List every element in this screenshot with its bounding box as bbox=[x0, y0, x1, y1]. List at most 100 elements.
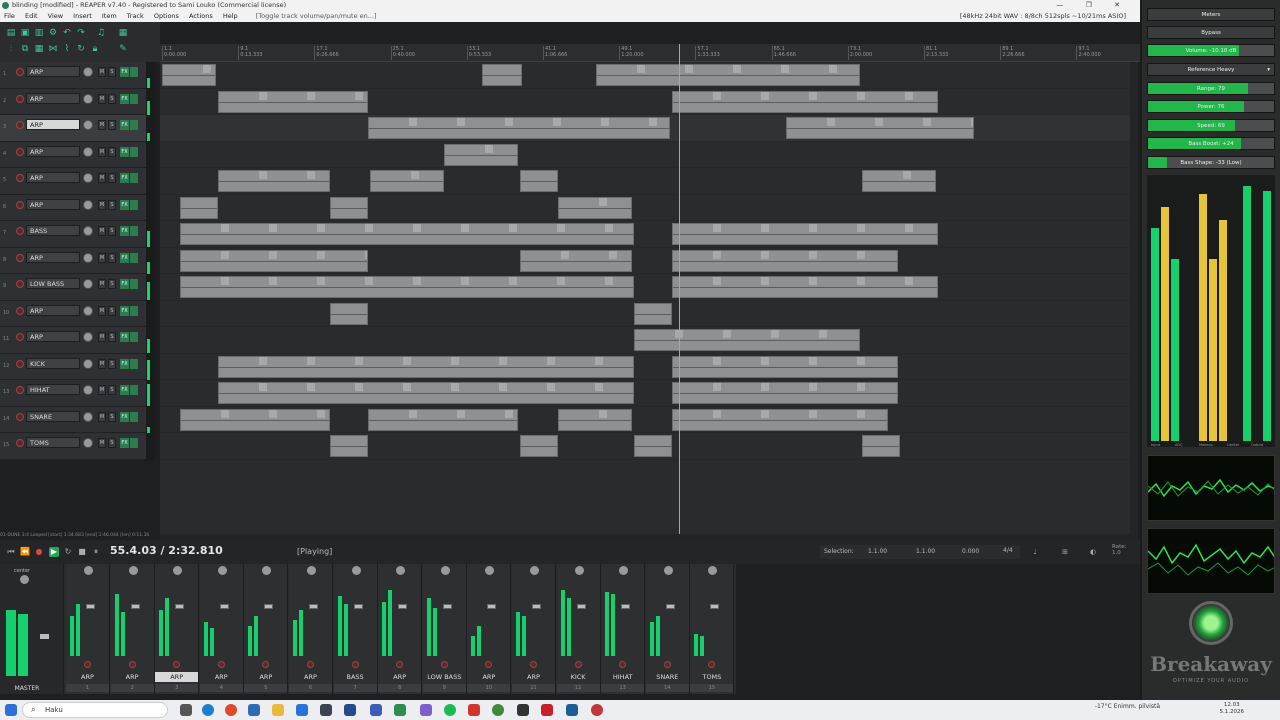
grouping-icon[interactable]: ⧉ bbox=[20, 44, 30, 54]
volume-knob[interactable] bbox=[83, 146, 93, 157]
volume-knob[interactable] bbox=[83, 120, 93, 130]
fx-button[interactable]: FX bbox=[120, 226, 129, 236]
track-name[interactable]: ARP bbox=[26, 251, 80, 263]
volume-fader[interactable] bbox=[487, 604, 497, 609]
app-icon-4[interactable] bbox=[394, 704, 406, 716]
track-name[interactable]: ARP bbox=[26, 145, 80, 157]
strip-name[interactable]: BASS bbox=[334, 672, 377, 682]
volume-knob[interactable] bbox=[83, 67, 93, 77]
volume-knob[interactable] bbox=[83, 279, 93, 289]
pan-knob[interactable] bbox=[530, 566, 539, 575]
transport-position[interactable]: 55.4.03 / 2:32.810 bbox=[110, 544, 223, 557]
volume-knob[interactable] bbox=[83, 385, 93, 395]
routing-icon[interactable] bbox=[130, 173, 138, 183]
track-lane[interactable] bbox=[160, 62, 1130, 89]
fx-button[interactable]: FX bbox=[120, 67, 129, 77]
track-name[interactable]: ARP bbox=[26, 119, 80, 130]
marker-icon[interactable]: ✎ bbox=[118, 44, 128, 54]
solo-button[interactable]: S bbox=[108, 146, 116, 157]
power-slider[interactable]: Power: 76 bbox=[1147, 100, 1275, 113]
track-name[interactable]: SNARE bbox=[26, 410, 80, 422]
fx-button[interactable]: FX bbox=[120, 93, 129, 104]
track-name[interactable]: ARP bbox=[26, 92, 80, 104]
record-arm-icon[interactable] bbox=[16, 386, 24, 394]
playrate-knob-icon[interactable]: ◐ bbox=[1088, 547, 1098, 557]
strip-name[interactable]: ARP bbox=[244, 672, 287, 682]
volume-knob[interactable] bbox=[83, 93, 93, 104]
track-name[interactable]: LOW BASS bbox=[26, 278, 80, 289]
track-header[interactable]: 9 LOW BASS M S FX bbox=[0, 274, 146, 301]
volume-knob[interactable] bbox=[83, 438, 93, 448]
record-arm-icon[interactable] bbox=[16, 121, 24, 129]
chrome-icon[interactable] bbox=[225, 704, 237, 716]
media-item[interactable] bbox=[862, 170, 936, 192]
media-player-icon[interactable] bbox=[517, 704, 529, 716]
playrate[interactable]: Rate: 1.0 bbox=[1112, 544, 1126, 556]
track-lane[interactable] bbox=[160, 195, 1130, 221]
selection-start[interactable]: 1.1.00 bbox=[868, 545, 887, 559]
ripple-edit-icon[interactable]: ⫶ bbox=[6, 44, 16, 54]
pan-knob[interactable] bbox=[84, 566, 93, 575]
track-header[interactable]: 10 ARP M S FX bbox=[0, 300, 146, 327]
mixer-strip[interactable]: ARP 10 bbox=[467, 564, 512, 694]
record-arm-icon[interactable] bbox=[619, 661, 627, 668]
media-item[interactable] bbox=[330, 196, 368, 219]
volume-fader[interactable] bbox=[665, 604, 675, 609]
record-arm-icon[interactable] bbox=[307, 661, 314, 668]
mixer-strip[interactable]: ARP 8 bbox=[378, 564, 423, 694]
strip-name[interactable]: ARP bbox=[66, 672, 109, 682]
mute-button[interactable]: M bbox=[98, 120, 106, 130]
app-icon-6[interactable] bbox=[541, 704, 553, 716]
bass-shape-slider[interactable]: Bass Shape: -33 (Low) bbox=[1147, 156, 1275, 169]
routing-icon[interactable] bbox=[130, 252, 138, 263]
volume-fader[interactable] bbox=[621, 604, 631, 609]
mixer-strip[interactable]: KICK 12 bbox=[556, 564, 601, 694]
record-arm-icon[interactable] bbox=[708, 661, 716, 668]
routing-icon[interactable] bbox=[130, 146, 138, 157]
record-arm-icon[interactable] bbox=[16, 412, 24, 421]
solo-button[interactable]: S bbox=[108, 67, 116, 77]
settings-icon[interactable]: ⚙ bbox=[48, 28, 58, 38]
volume-fader[interactable] bbox=[532, 604, 541, 609]
track-lane[interactable] bbox=[160, 433, 1130, 460]
volume-fader[interactable] bbox=[710, 604, 720, 609]
loop-toggle-icon[interactable]: ↻ bbox=[63, 547, 73, 557]
app-icon-7[interactable] bbox=[591, 704, 603, 716]
record-arm-icon[interactable] bbox=[440, 661, 448, 668]
track-header[interactable]: 15 TOMS M S FX bbox=[0, 433, 146, 460]
spotify-icon[interactable] bbox=[444, 704, 456, 716]
strip-name[interactable]: ARP bbox=[467, 672, 510, 682]
menu-item[interactable]: Item bbox=[102, 12, 117, 20]
record-arm-icon[interactable] bbox=[16, 200, 24, 209]
mixer-strip[interactable]: ARP 3 bbox=[155, 564, 200, 694]
routing-icon[interactable] bbox=[130, 385, 138, 395]
mixer-strip[interactable]: BASS 7 bbox=[333, 564, 378, 694]
mixer-strip[interactable]: HIHAT 13 bbox=[601, 564, 646, 694]
pan-knob[interactable] bbox=[351, 566, 361, 575]
track-lane[interactable] bbox=[160, 354, 1130, 380]
menu-help[interactable]: Help bbox=[223, 12, 238, 20]
envelope-icon[interactable]: ⌇ bbox=[62, 44, 72, 54]
routing-icon[interactable] bbox=[130, 67, 138, 77]
selection-end[interactable]: 1.1.00 bbox=[916, 545, 935, 559]
reaper-taskbar-icon[interactable] bbox=[492, 704, 504, 716]
volume-fader[interactable] bbox=[175, 604, 185, 609]
solo-button[interactable]: S bbox=[108, 358, 116, 369]
range-slider[interactable]: Range: 79 bbox=[1147, 82, 1275, 95]
media-item[interactable] bbox=[634, 329, 860, 351]
bypass-button[interactable]: Bypass bbox=[1147, 26, 1275, 39]
record-arm-icon[interactable] bbox=[530, 661, 537, 668]
routing-icon[interactable] bbox=[130, 93, 138, 104]
volume-fader[interactable] bbox=[576, 604, 586, 609]
solo-button[interactable]: S bbox=[108, 279, 116, 289]
undo-icon[interactable]: ↶ bbox=[62, 28, 72, 38]
media-item[interactable] bbox=[634, 302, 672, 325]
pan-knob[interactable] bbox=[440, 566, 450, 575]
lock-icon[interactable]: 🔒︎ bbox=[90, 44, 100, 54]
mute-button[interactable]: M bbox=[98, 358, 106, 369]
stop-icon[interactable]: ■ bbox=[77, 547, 87, 557]
media-item[interactable] bbox=[444, 143, 518, 166]
pan-knob[interactable] bbox=[262, 566, 272, 575]
mute-button[interactable]: M bbox=[98, 199, 106, 210]
solo-button[interactable]: S bbox=[108, 226, 116, 236]
